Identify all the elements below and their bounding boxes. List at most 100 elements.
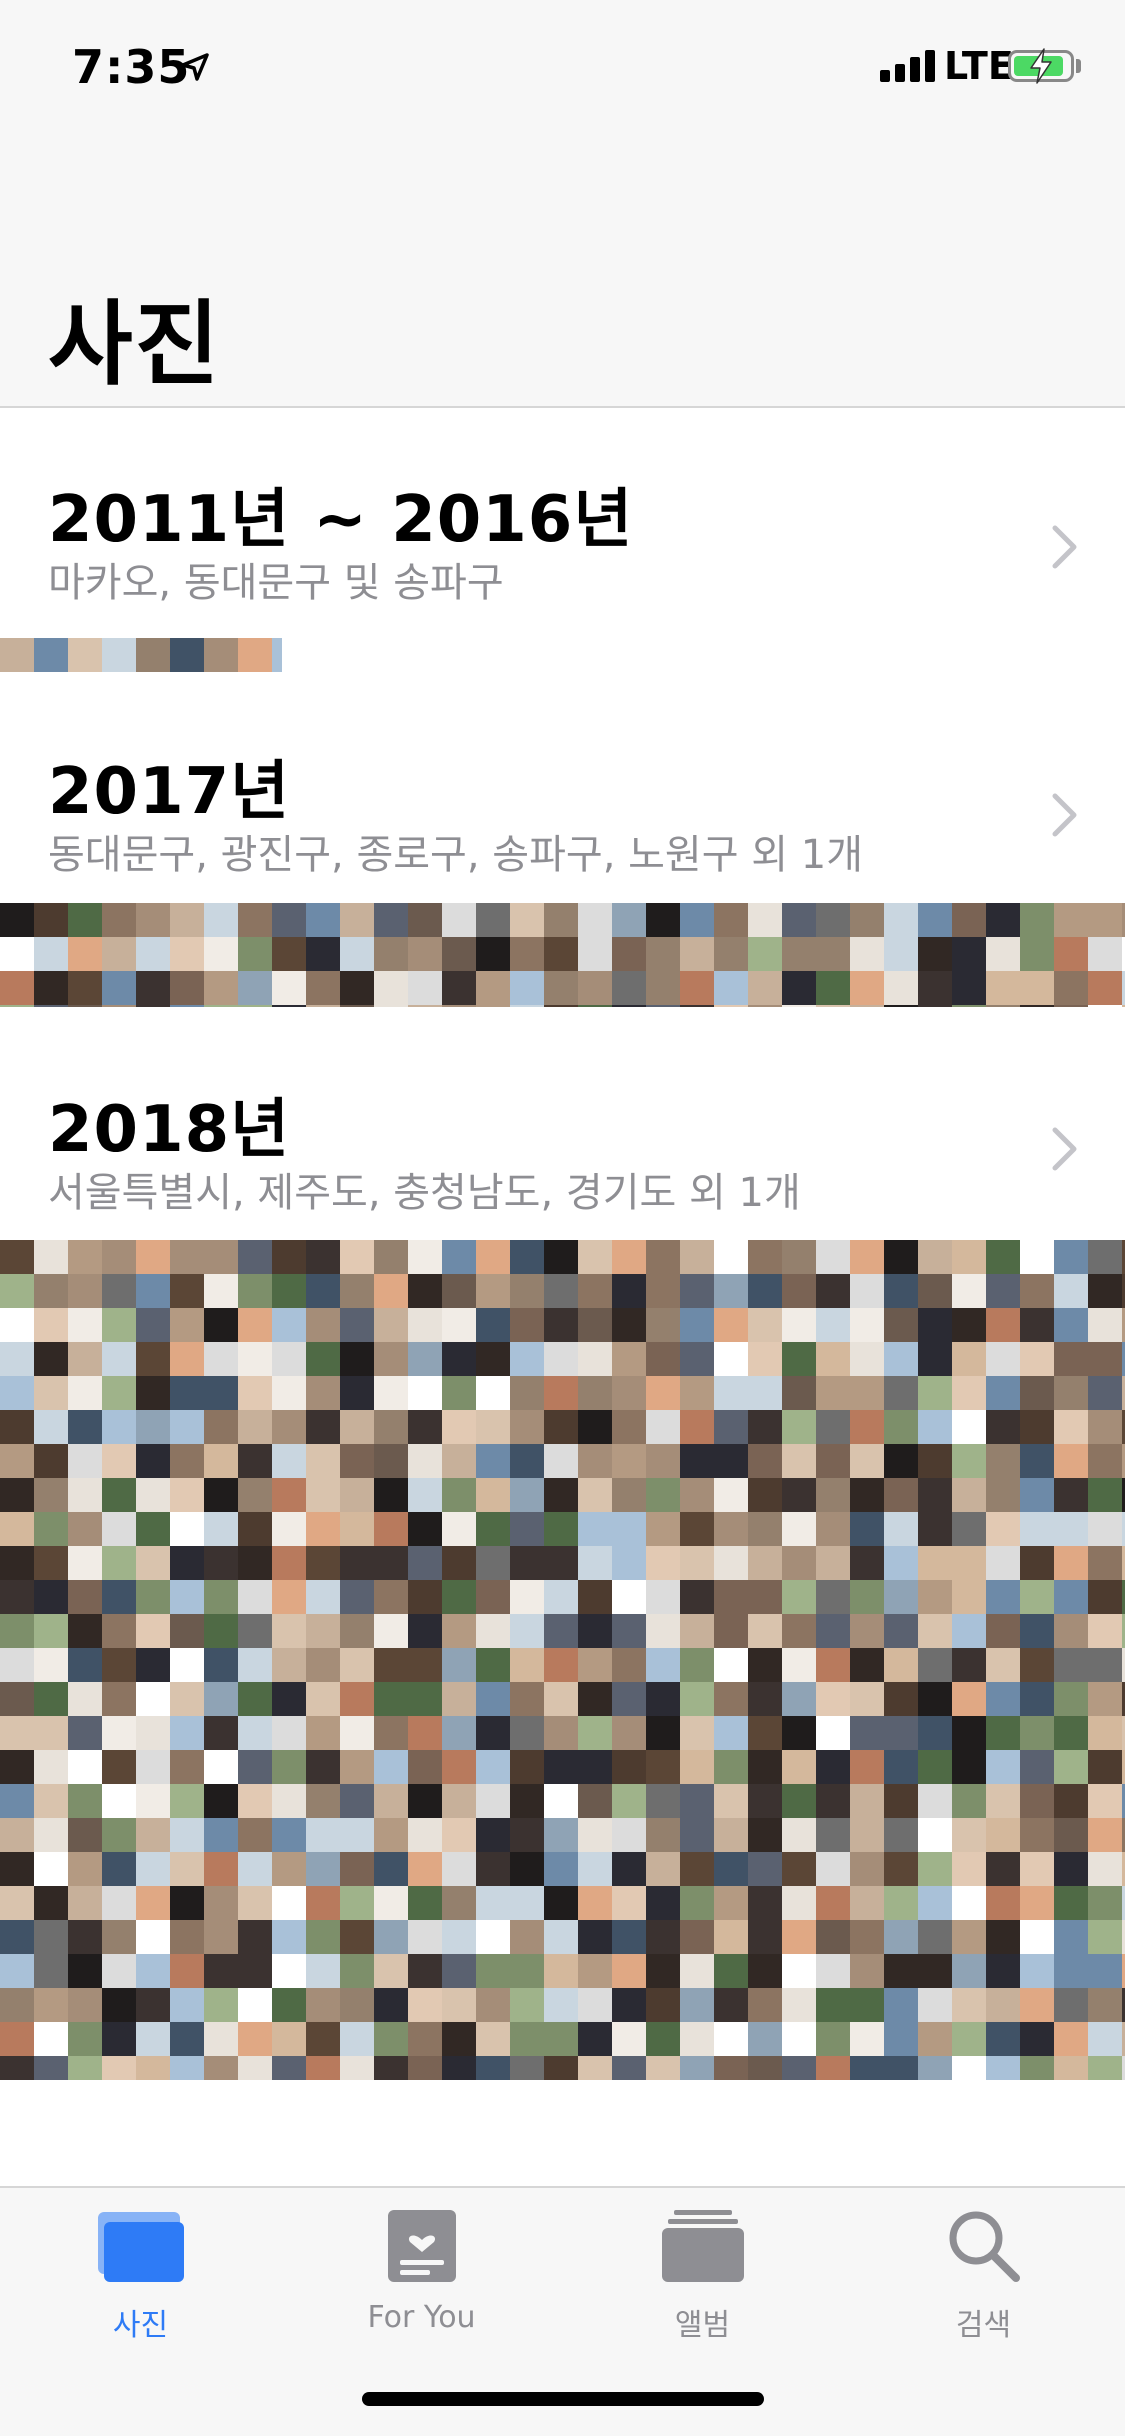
- photo-thumbnail[interactable]: [476, 1682, 510, 1716]
- photo-thumbnail[interactable]: [612, 1648, 646, 1682]
- photo-thumbnail[interactable]: [68, 1988, 102, 2022]
- photo-thumbnail[interactable]: [442, 1478, 476, 1512]
- photo-thumbnail[interactable]: [272, 1444, 306, 1478]
- photo-thumbnail[interactable]: [68, 1546, 102, 1580]
- photo-thumbnail[interactable]: [748, 1376, 782, 1410]
- photo-thumbnail[interactable]: [1088, 1716, 1122, 1750]
- photo-thumbnail[interactable]: [68, 1784, 102, 1818]
- photo-thumbnail[interactable]: [952, 971, 986, 1005]
- photo-thumbnail[interactable]: [816, 1546, 850, 1580]
- photo-thumbnail[interactable]: [136, 1988, 170, 2022]
- photo-thumbnail[interactable]: [782, 1886, 816, 1920]
- photo-thumbnail[interactable]: [136, 638, 170, 672]
- photo-thumbnail[interactable]: [1054, 1954, 1088, 1988]
- photo-thumbnail[interactable]: [476, 1920, 510, 1954]
- photo-thumbnail[interactable]: [850, 1716, 884, 1750]
- photo-thumbnail[interactable]: [238, 1716, 272, 1750]
- photo-thumbnail[interactable]: [204, 638, 238, 672]
- photo-thumbnail[interactable]: [374, 1716, 408, 1750]
- photo-thumbnail[interactable]: [884, 1954, 918, 1988]
- photo-thumbnail[interactable]: [408, 1716, 442, 1750]
- photo-thumbnail[interactable]: [1020, 1852, 1054, 1886]
- photo-thumbnail[interactable]: [408, 937, 442, 971]
- photo-thumbnail[interactable]: [884, 1852, 918, 1886]
- photo-thumbnail[interactable]: [1054, 1818, 1088, 1852]
- photo-thumbnail[interactable]: [238, 1342, 272, 1376]
- photo-thumbnail[interactable]: [952, 937, 986, 971]
- photo-thumbnail[interactable]: [102, 2056, 136, 2080]
- year-section-2017[interactable]: 2017년 동대문구, 광진구, 종로구, 송파구, 노원구 외 1개: [0, 678, 1125, 1018]
- photo-thumbnail[interactable]: [408, 1410, 442, 1444]
- photo-thumbnail[interactable]: [68, 1274, 102, 1308]
- photo-thumbnail[interactable]: [714, 1614, 748, 1648]
- photo-thumbnail[interactable]: [306, 1308, 340, 1342]
- photo-thumbnail[interactable]: [612, 2022, 646, 2056]
- photo-thumbnail[interactable]: [816, 1342, 850, 1376]
- photo-thumbnail[interactable]: [578, 1784, 612, 1818]
- photo-thumbnail[interactable]: [204, 1240, 238, 1274]
- photo-thumbnail[interactable]: [476, 1988, 510, 2022]
- photo-thumbnail[interactable]: [102, 1920, 136, 1954]
- photo-thumbnail[interactable]: [714, 1920, 748, 1954]
- photo-thumbnail[interactable]: [340, 1376, 374, 1410]
- photo-thumbnail[interactable]: [646, 2056, 680, 2080]
- photo-thumbnail[interactable]: [612, 1920, 646, 1954]
- photo-thumbnail[interactable]: [714, 1342, 748, 1376]
- photo-thumbnail[interactable]: [0, 1784, 34, 1818]
- photo-thumbnail[interactable]: [102, 2022, 136, 2056]
- photo-thumbnail[interactable]: [578, 1308, 612, 1342]
- photo-thumbnail[interactable]: [578, 1886, 612, 1920]
- photo-thumbnail[interactable]: [612, 1376, 646, 1410]
- photo-thumbnail[interactable]: [68, 1920, 102, 1954]
- photo-thumbnail[interactable]: [442, 1784, 476, 1818]
- photo-thumbnail[interactable]: [986, 1886, 1020, 1920]
- photo-thumbnail[interactable]: [306, 971, 340, 1005]
- photo-thumbnail[interactable]: [272, 971, 306, 1005]
- photo-thumbnail[interactable]: [782, 1240, 816, 1274]
- photo-thumbnail[interactable]: [1020, 1410, 1054, 1444]
- photo-thumbnail[interactable]: [884, 1240, 918, 1274]
- photo-thumbnail[interactable]: [170, 937, 204, 971]
- photo-thumbnail[interactable]: [0, 1818, 34, 1852]
- photo-thumbnail[interactable]: [680, 1886, 714, 1920]
- photo-thumbnail[interactable]: [714, 1954, 748, 1988]
- photo-thumbnail[interactable]: [816, 1376, 850, 1410]
- photo-thumbnail[interactable]: [782, 1954, 816, 1988]
- photo-thumbnail[interactable]: [952, 1886, 986, 1920]
- photo-thumbnail[interactable]: [1088, 1750, 1122, 1784]
- photo-thumbnail[interactable]: [714, 1648, 748, 1682]
- photo-thumbnail[interactable]: [510, 1716, 544, 1750]
- photo-thumbnail[interactable]: [1054, 1546, 1088, 1580]
- photo-thumbnail[interactable]: [986, 1818, 1020, 1852]
- photo-thumbnail[interactable]: [748, 1886, 782, 1920]
- photo-thumbnail[interactable]: [816, 1648, 850, 1682]
- photo-thumbnail[interactable]: [340, 1580, 374, 1614]
- photo-thumbnail[interactable]: [272, 1818, 306, 1852]
- photo-thumbnail[interactable]: [918, 1920, 952, 1954]
- photo-thumbnail[interactable]: [680, 2056, 714, 2080]
- photo-thumbnail[interactable]: [340, 1784, 374, 1818]
- photo-thumbnail[interactable]: [578, 1750, 612, 1784]
- photo-thumbnail[interactable]: [510, 971, 544, 1005]
- photo-thumbnail[interactable]: [0, 1342, 34, 1376]
- photo-thumbnail[interactable]: [374, 1240, 408, 1274]
- photo-thumbnail[interactable]: [374, 1784, 408, 1818]
- photo-thumbnail[interactable]: [952, 1444, 986, 1478]
- photo-thumbnail[interactable]: [748, 1342, 782, 1376]
- photo-thumbnail[interactable]: [714, 1308, 748, 1342]
- photo-thumbnail[interactable]: [102, 1750, 136, 1784]
- photo-thumbnail[interactable]: [1054, 1648, 1088, 1682]
- photo-thumbnail[interactable]: [748, 1410, 782, 1444]
- photo-thumbnail[interactable]: [238, 1410, 272, 1444]
- photo-thumbnail[interactable]: [0, 638, 34, 672]
- photo-thumbnail[interactable]: [34, 2056, 68, 2080]
- photo-thumbnail[interactable]: [782, 1478, 816, 1512]
- photo-thumbnail[interactable]: [476, 1005, 510, 1007]
- photo-thumbnail[interactable]: [476, 903, 510, 937]
- photo-thumbnail[interactable]: [170, 1886, 204, 1920]
- photo-thumbnail[interactable]: [1020, 1954, 1054, 1988]
- photo-thumbnail[interactable]: [714, 1005, 748, 1007]
- photo-thumbnail[interactable]: [408, 1240, 442, 1274]
- photo-thumbnail[interactable]: [816, 1308, 850, 1342]
- photo-thumbnail[interactable]: [306, 1716, 340, 1750]
